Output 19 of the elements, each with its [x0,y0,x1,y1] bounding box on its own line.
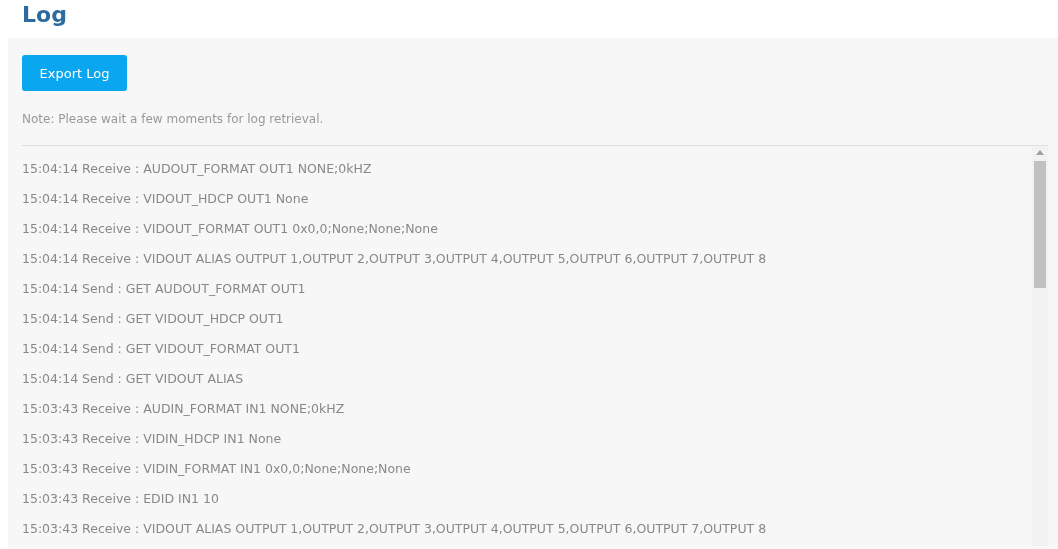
note-text: Note: Please wait a few moments for log retrieval. [22,112,325,126]
page-title: Log [21,1,68,29]
log-line: 15:03:43 Receive : EDID IN1 10 [22,490,220,508]
log-line: 15:03:43 Receive : VIDIN_HDCP IN1 None [22,430,283,448]
log-line: 15:04:14 Receive : VIDOUT ALIAS OUTPUT 1,OUTPUT 2,OUTPUT 3,OUTPUT 4,OUTPUT 5,OUTPUT 6,OUTPUT 7,OUTPUT 8 [22,250,768,268]
log-line: 15:04:14 Receive : VIDOUT_FORMAT OUT1 0x0,0;None;None;None [22,220,439,238]
log-line: 15:03:43 Receive : VIDOUT ALIAS OUTPUT 1,OUTPUT 2,OUTPUT 3,OUTPUT 4,OUTPUT 5,OUTPUT 6,OUTPUT 7,OUTPUT 8 [22,520,768,538]
scroll-up-icon[interactable] [1036,150,1044,155]
log-line: 15:04:14 Receive : AUDOUT_FORMAT OUT1 NONE;0kHZ [22,160,373,178]
log-line: 15:04:14 Send : GET VIDOUT_HDCP OUT1 [22,310,285,328]
export-log-button[interactable]: Export Log [22,55,127,91]
log-line: 15:03:43 Receive : AUDIN_FORMAT IN1 NONE;0kHZ [22,400,346,418]
log-line: 15:03:43 Receive : VIDIN_FORMAT IN1 0x0,0;None;None;None [22,460,412,478]
log-line: 15:04:14 Send : GET VIDOUT ALIAS [22,370,245,388]
scrollbar-thumb[interactable] [1034,161,1046,288]
log-line: 15:04:14 Send : GET AUDOUT_FORMAT OUT1 [22,280,307,298]
log-line: 15:04:14 Receive : VIDOUT_HDCP OUT1 None [22,190,310,208]
scrollbar[interactable] [1032,146,1048,546]
log-line: 15:04:14 Send : GET VIDOUT_FORMAT OUT1 [22,340,301,358]
